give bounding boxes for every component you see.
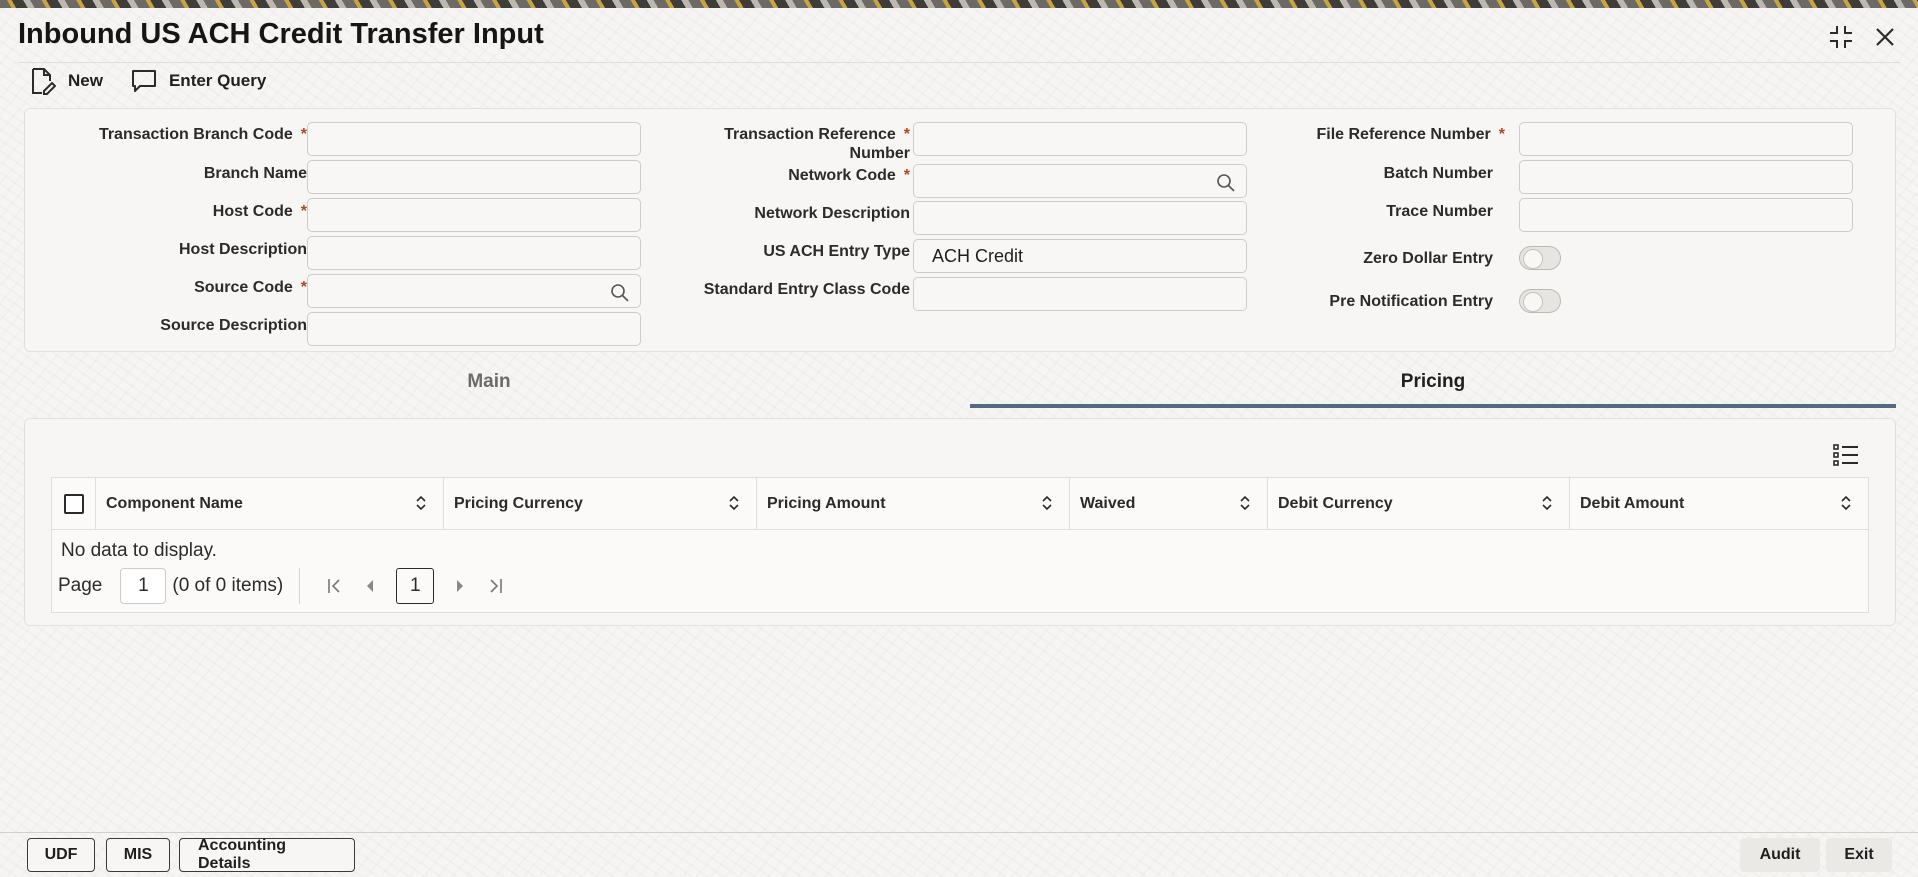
new-button-label: New [68, 71, 103, 90]
toolbar: New Enter Query [30, 66, 266, 96]
transaction-branch-code-label: Transaction Branch Code * [98, 126, 307, 143]
batch-number-label: Batch Number [1383, 165, 1493, 182]
pagination: Page 1 (0 of 0 items) 1 [58, 566, 514, 606]
column-header-label: Debit Currency [1278, 495, 1393, 512]
network-code-input[interactable] [913, 164, 1247, 198]
new-document-icon [32, 68, 56, 95]
window-title: Inbound US ACH Credit Transfer Input [18, 18, 544, 50]
network-description-input[interactable] [913, 201, 1247, 235]
column-header-waived[interactable]: Waived [1070, 478, 1268, 530]
udf-button[interactable]: UDF [27, 838, 95, 872]
column-header-label: Pricing Amount [767, 495, 886, 512]
us-ach-entry-type-label: US ACH Entry Type [763, 243, 910, 260]
top-decorative-strip [0, 0, 1918, 8]
enter-query-button[interactable]: Enter Query [131, 69, 266, 93]
empty-table-message: No data to display. [61, 540, 217, 561]
sort-icon[interactable] [728, 494, 740, 512]
chat-bubble-icon [131, 70, 156, 92]
host-code-label: Host Code * [212, 203, 307, 220]
network-description-label: Network Description [754, 205, 910, 222]
next-page-icon[interactable] [448, 568, 472, 604]
column-header-label: Pricing Currency [454, 495, 583, 512]
column-settings-icon[interactable] [1833, 443, 1859, 472]
footer-divider [0, 832, 1918, 833]
source-code-label: Source Code * [194, 279, 307, 296]
page-number-input[interactable]: 1 [120, 568, 167, 604]
source-description-input[interactable] [307, 312, 641, 346]
minimize-icon[interactable] [1826, 22, 1856, 52]
audit-button[interactable]: Audit [1740, 838, 1820, 872]
host-description-label: Host Description [178, 241, 307, 258]
sort-icon[interactable] [1541, 494, 1553, 512]
pre-notification-entry-toggle[interactable] [1519, 289, 1561, 313]
table-header-row: Component Name Pricing Currency Pricing … [52, 478, 1868, 530]
current-page-button[interactable]: 1 [396, 568, 435, 604]
previous-page-icon[interactable] [358, 568, 382, 604]
transaction-header-panel: Transaction Branch Code * Branch Name Hos… [24, 108, 1896, 352]
tab-bar: Main Pricing [24, 356, 1896, 408]
enter-query-button-label: Enter Query [168, 71, 267, 90]
pre-notification-entry-label: Pre Notification Entry [1329, 293, 1493, 310]
page-label: Page [58, 575, 103, 596]
source-code-input[interactable] [307, 274, 641, 308]
column-header-label: Debit Amount [1580, 495, 1685, 512]
pager-divider [299, 568, 301, 604]
branch-name-label: Branch Name [203, 165, 307, 182]
column-header-debit-currency[interactable]: Debit Currency [1268, 478, 1570, 530]
source-description-label: Source Description [160, 317, 307, 334]
standard-entry-class-code-input[interactable] [913, 277, 1247, 311]
close-icon[interactable] [1870, 22, 1900, 52]
transaction-reference-number-input[interactable] [913, 122, 1247, 156]
window-controls [1826, 22, 1900, 52]
select-all-cell [52, 478, 96, 530]
branch-name-input[interactable] [307, 160, 641, 194]
mis-button[interactable]: MIS [106, 838, 170, 872]
exit-button[interactable]: Exit [1826, 838, 1892, 872]
pricing-panel: Component Name Pricing Currency Pricing … [24, 418, 1896, 626]
zero-dollar-entry-toggle[interactable] [1519, 246, 1561, 270]
first-page-icon[interactable] [322, 568, 346, 604]
select-all-checkbox[interactable] [63, 494, 84, 514]
trace-number-input[interactable] [1519, 198, 1853, 232]
tab-main[interactable]: Main [24, 356, 954, 408]
column-header-label: Component Name [106, 495, 243, 512]
zero-dollar-entry-label: Zero Dollar Entry [1363, 250, 1493, 267]
file-reference-number-label: File Reference Number * [1316, 126, 1505, 143]
items-count: (0 of 0 items) [172, 575, 284, 596]
transaction-reference-number-label: Transaction Reference * Number [724, 126, 910, 162]
pricing-table: Component Name Pricing Currency Pricing … [51, 477, 1869, 613]
transaction-branch-code-input[interactable] [307, 122, 641, 156]
sort-icon[interactable] [1239, 494, 1251, 512]
new-button[interactable]: New [30, 67, 103, 95]
last-page-icon[interactable] [484, 568, 508, 604]
column-header-component-name[interactable]: Component Name [96, 478, 444, 530]
column-header-pricing-amount[interactable]: Pricing Amount [757, 478, 1070, 530]
column-header-label: Waived [1080, 495, 1136, 512]
column-header-pricing-currency[interactable]: Pricing Currency [444, 478, 757, 530]
network-code-label: Network Code * [788, 167, 910, 184]
sort-icon[interactable] [415, 494, 427, 512]
sort-icon[interactable] [1041, 494, 1053, 512]
host-code-input[interactable] [307, 198, 641, 232]
trace-number-label: Trace Number [1386, 203, 1493, 220]
us-ach-entry-type-input[interactable]: ACH Credit [913, 239, 1247, 273]
file-reference-number-input[interactable] [1519, 122, 1853, 156]
standard-entry-class-code-label: Standard Entry Class Code [703, 281, 910, 298]
title-divider [18, 62, 1900, 63]
tab-pricing[interactable]: Pricing [970, 356, 1896, 408]
sort-icon[interactable] [1840, 494, 1852, 512]
column-header-debit-amount[interactable]: Debit Amount [1570, 478, 1868, 530]
accounting-details-button[interactable]: Accounting Details [179, 837, 355, 872]
batch-number-input[interactable] [1519, 160, 1853, 194]
host-description-input[interactable] [307, 236, 641, 270]
